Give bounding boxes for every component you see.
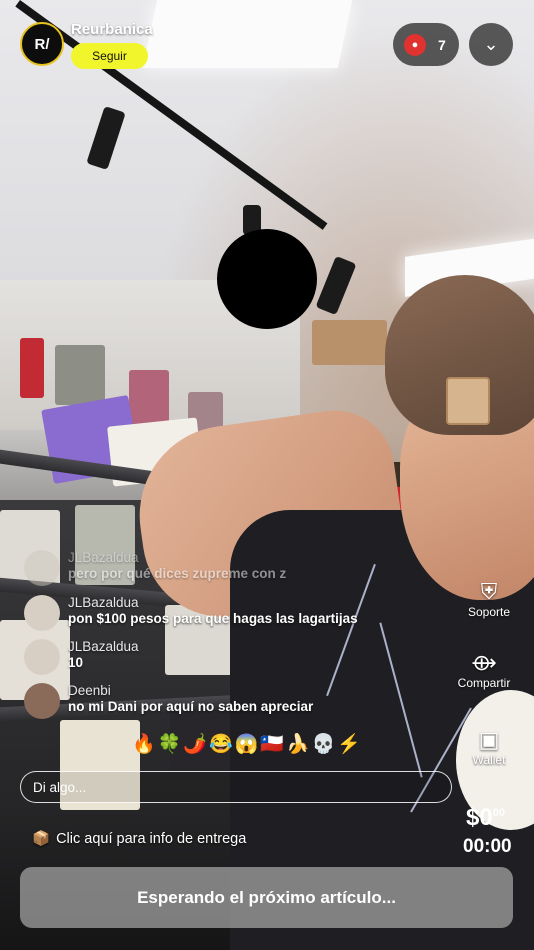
cap-logo [446,377,490,425]
share-label: Compartir [457,676,511,690]
waiting-next-item-button[interactable]: Esperando el próximo artículo... [20,867,513,928]
toy-box [55,345,105,405]
current-price: $000 [466,804,505,832]
spotlight [86,106,126,170]
avatar[interactable] [24,683,60,719]
chat-username[interactable]: JLBazaldua [68,639,139,654]
wallet-label: Wallet [472,753,506,767]
chat-message: Deenbi no mi Dani por aquí no saben apre… [24,683,444,719]
delivery-info-link[interactable]: 📦 Clic aquí para info de entrega [32,830,247,848]
follow-button[interactable]: Seguir [71,43,148,69]
package-icon: 📦 [32,831,51,847]
share-button[interactable]: ⟴ Compartir [444,650,524,690]
share-icon: ⟴ [471,650,497,675]
avatar[interactable] [24,639,60,675]
auction-timer: 00:00 [463,836,512,857]
host-avatar[interactable]: R/ [20,22,64,66]
chat-username[interactable]: JLBazaldua [68,550,286,565]
delivery-text: Clic aquí para info de entrega [56,830,247,847]
cardboard-box [312,320,387,365]
chat-text: no mi Dani por aquí no saben apreciar [68,699,314,714]
chat-text: pon $100 pesos para que hagas las lagart… [68,611,358,626]
wallet-icon: ▣ [478,727,500,752]
chat-message: JLBazaldua 10 [24,639,444,675]
host-name[interactable]: Reurbanica [71,21,153,38]
live-stream-view: R/ Reurbanica Seguir ● 7 ⌄ JLBazaldua pe… [0,0,534,950]
wallet-button[interactable]: ▣ Wallet [449,727,529,767]
support-button[interactable]: ⛨ Soporte [449,579,529,619]
person-icon: ● [404,33,426,56]
chevron-down-icon: ⌄ [483,34,499,54]
chat-message: JLBazaldua pero por qué dices zupreme co… [24,550,444,586]
chat-message: JLBazaldua pon $100 pesos para que hagas… [24,595,444,631]
support-label: Soporte [467,605,511,619]
chat-username[interactable]: Deenbi [68,683,313,698]
chat-text: 10 [68,655,84,670]
price-cents: 00 [492,807,505,819]
viewer-count: 7 [438,36,446,53]
avatar[interactable] [24,550,60,586]
chat-input[interactable]: Di algo... [20,771,452,803]
avatar[interactable] [24,595,60,631]
redaction-circle [217,229,317,329]
figure [20,338,44,398]
chat-username[interactable]: JLBazaldua [68,595,358,610]
shield-plus-icon: ⛨ [480,579,498,604]
collapse-button[interactable]: ⌄ [469,23,513,66]
ceiling-light [142,0,353,68]
chat-text: pero por qué dices zupreme con z [68,566,287,581]
viewer-count-button[interactable]: ● 7 [393,23,459,66]
price-main: $0 [466,804,493,831]
reaction-bar[interactable]: 🔥🍀🌶️😂😱🇨🇱🍌💀⚡ [132,732,363,756]
spotlight [315,255,357,316]
